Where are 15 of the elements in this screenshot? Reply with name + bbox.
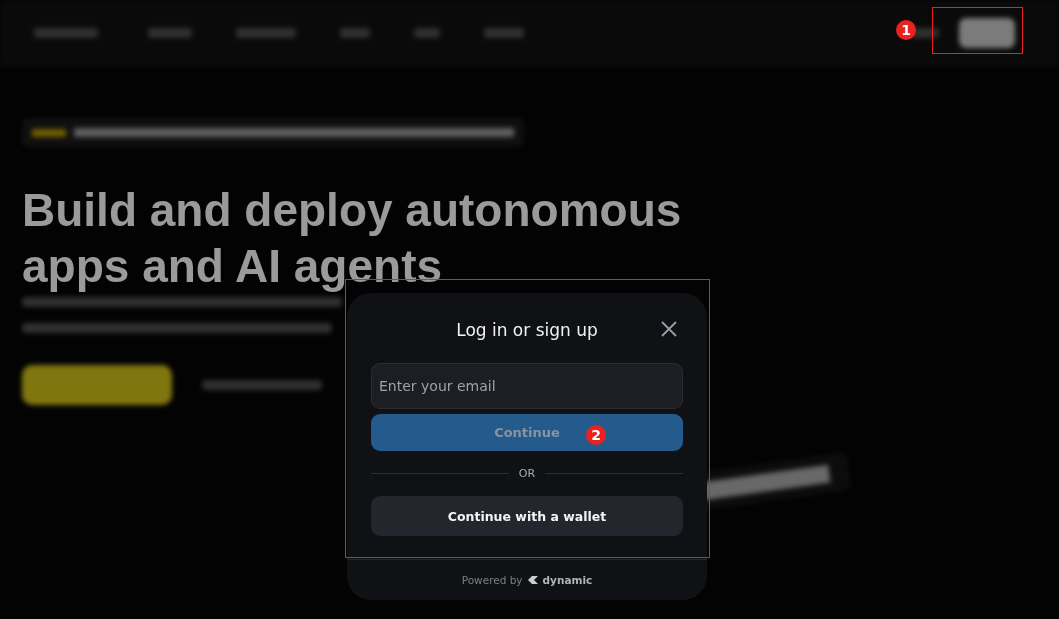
brand-name[interactable]: dynamic bbox=[542, 574, 593, 587]
blurred-sign-up-button[interactable] bbox=[959, 18, 1015, 48]
dialog-title: Log in or sign up bbox=[456, 319, 598, 340]
powered-by-text: Powered by bbox=[461, 574, 523, 587]
annotation-number: 1 bbox=[896, 20, 916, 40]
continue-with-wallet-button[interactable]: Continue with a wallet bbox=[371, 496, 683, 537]
brand-logo-icon bbox=[526, 575, 539, 586]
or-divider-label: OR bbox=[518, 467, 536, 481]
blurred-cta-button[interactable] bbox=[22, 365, 172, 405]
email-input-field[interactable]: Enter your email bbox=[371, 362, 683, 409]
blurred-logo[interactable] bbox=[34, 28, 98, 38]
close-icon[interactable] bbox=[661, 321, 677, 337]
headline: Build and deploy autonomous apps and AI agents bbox=[22, 183, 683, 294]
blurred-link[interactable] bbox=[202, 380, 322, 390]
blurred-announcement-banner[interactable] bbox=[22, 118, 524, 147]
